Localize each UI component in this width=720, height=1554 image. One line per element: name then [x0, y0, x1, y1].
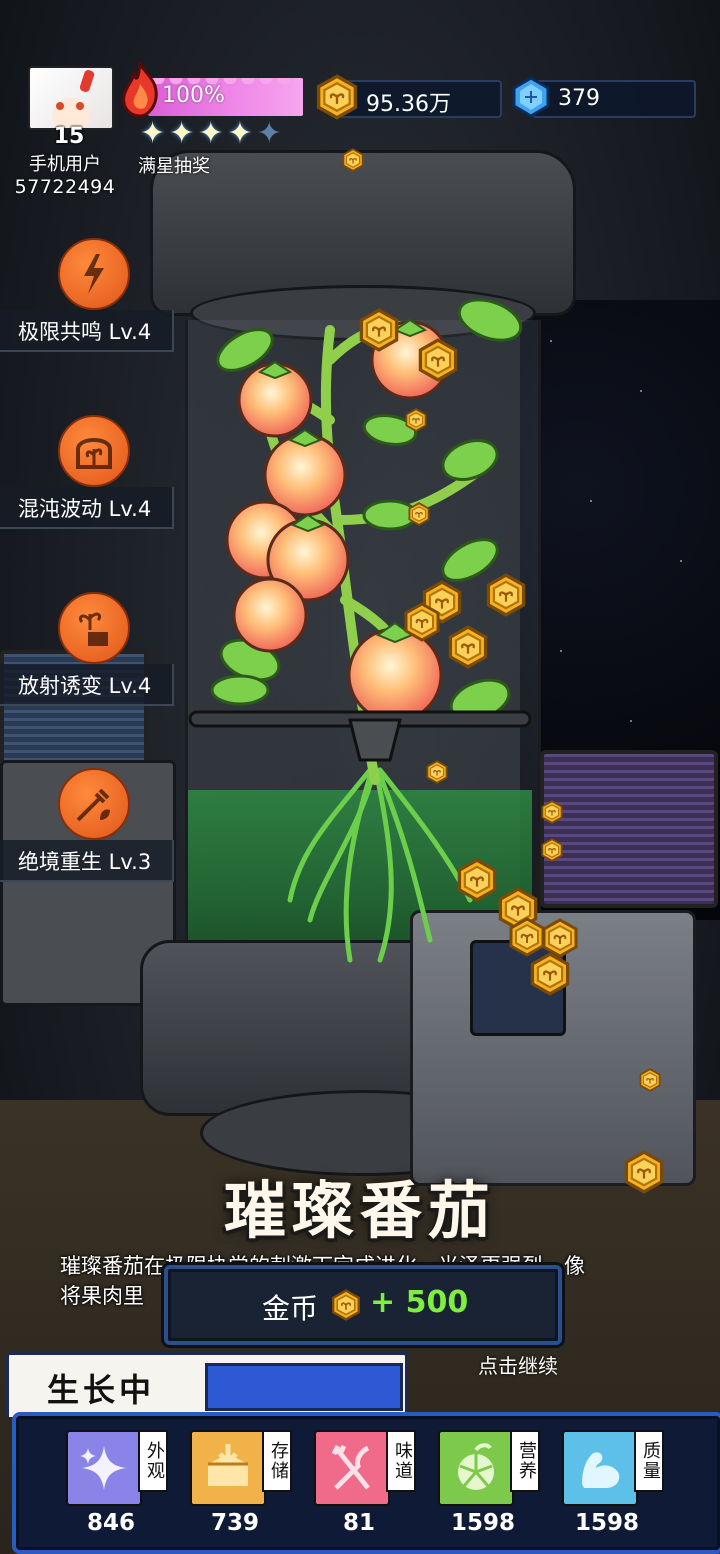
stat-quality[interactable]: 质量 1598 [562, 1430, 672, 1542]
star-rating: ✦ ✦ ✦ ✦ ✦ [140, 118, 282, 150]
stat-tag: 外观 [138, 1430, 168, 1492]
skill-label: 极限共鸣 Lv.4 [18, 320, 152, 344]
plant-box-icon [58, 592, 130, 664]
gem-amount: 379 [558, 86, 600, 111]
reward-panel: 金币 + 500 [164, 1265, 562, 1345]
coin-icon [638, 1068, 662, 1092]
skill-label: 放射诱变 Lv.4 [18, 674, 152, 698]
player-level: 15 [53, 124, 85, 149]
stat-nutrition[interactable]: 营养 1598 [438, 1430, 548, 1542]
coin-icon [402, 602, 442, 642]
stat-value: 1598 [574, 1510, 639, 1536]
reward-label: 金币 [262, 1292, 319, 1325]
item-title: 璀璨番茄 [223, 1174, 496, 1247]
syringe-plant-icon [58, 768, 130, 840]
coin-icon [455, 858, 499, 902]
stat-taste[interactable]: 味道 81 [314, 1430, 424, 1542]
fork-knife-icon [314, 1430, 390, 1506]
stat-value: 739 [210, 1510, 259, 1536]
stat-appearance[interactable]: 外观 846 [66, 1430, 176, 1542]
muscle-icon [562, 1430, 638, 1506]
growth-status: 生长中 [6, 1352, 408, 1417]
star-icon: ✦ [227, 116, 253, 151]
coin-icon [484, 573, 528, 617]
coin-amount: 95.36万 [366, 92, 451, 117]
sparkle-icon [66, 1430, 142, 1506]
coin-icon [341, 148, 365, 172]
star-icon: ✦ [169, 116, 195, 151]
skill-label: 混沌波动 Lv.4 [18, 497, 152, 521]
skill-chaos-wave[interactable]: 混沌波动 Lv.4 [0, 415, 176, 535]
player-avatar[interactable] [28, 66, 114, 130]
stat-tag: 味道 [386, 1430, 416, 1492]
coin-icon [357, 308, 401, 352]
coin-icon [540, 838, 564, 862]
stat-value: 846 [86, 1510, 135, 1536]
citrus-icon [438, 1430, 514, 1506]
skill-desperate-rebirth[interactable]: 绝境重生 Lv.3 [0, 768, 176, 888]
coin-icon [528, 952, 572, 996]
player-name: 手机用户 [29, 154, 101, 175]
gem-counter[interactable]: 379 [532, 80, 696, 118]
stat-tag: 营养 [510, 1430, 540, 1492]
item-description-line2: 将果肉里 [60, 1284, 144, 1308]
player-id: 57722494 [14, 176, 116, 198]
full-star-draw-button[interactable]: 满星抽奖 [138, 152, 210, 178]
coin-icon [540, 800, 564, 824]
plant-dome-icon [58, 415, 130, 487]
star-empty-icon: ✦ [256, 116, 282, 151]
stat-value: 81 [342, 1510, 375, 1536]
coin-counter[interactable]: 95.36万 [338, 80, 502, 118]
star-icon: ✦ [198, 116, 224, 151]
stat-value: 1598 [450, 1510, 515, 1536]
energy-percent: 100% [162, 83, 225, 108]
gem-icon [512, 76, 550, 118]
growth-label: 生长中 [47, 1371, 156, 1409]
star-icon: ✦ [140, 116, 166, 151]
skill-extreme-resonance[interactable]: 极限共鸣 Lv.4 [0, 238, 176, 358]
coin-icon [425, 760, 449, 784]
stat-tag: 存储 [262, 1430, 292, 1492]
stat-storage[interactable]: 存储 739 [190, 1430, 300, 1542]
coin-icon [446, 625, 490, 669]
flame-icon [122, 62, 158, 118]
coin-icon [314, 74, 360, 120]
stats-panel: 外观 846 存储 739 味道 81 营养 1598 质量 1598 [12, 1412, 720, 1554]
reward-value: + 500 [370, 1285, 469, 1320]
growth-progress-bar [205, 1363, 403, 1411]
stat-tag: 质量 [634, 1430, 664, 1492]
coin-icon [416, 338, 460, 382]
skill-radiation-mutation[interactable]: 放射诱变 Lv.4 [0, 592, 176, 712]
lightning-plant-icon [58, 238, 130, 310]
box-icon [190, 1430, 266, 1506]
coin-icon [407, 502, 431, 526]
coin-icon [330, 1289, 362, 1321]
skill-label: 绝境重生 Lv.3 [18, 850, 152, 874]
tap-to-continue[interactable]: 点击继续 [478, 1350, 558, 1379]
coin-icon [404, 408, 428, 432]
